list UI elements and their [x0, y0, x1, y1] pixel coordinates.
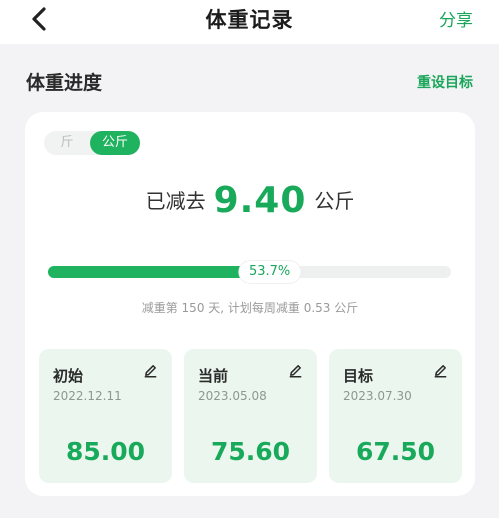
progress-percent-label: 53.7% — [238, 261, 301, 283]
weight-progress-card: 斤 公斤 已减去 9.40 公斤 53.7% 减重第 150 天, 计划每周减重 0… — [25, 112, 475, 496]
share-button[interactable]: 分享 — [439, 6, 473, 31]
pencil-icon[interactable] — [288, 363, 303, 378]
weight-lost-prefix: 已减去 — [145, 189, 206, 213]
stat-label: 初始 — [53, 367, 84, 385]
unit-kg-option[interactable]: 公斤 — [90, 131, 140, 155]
stat-card-current[interactable]: 当前 2023.05.08 75.60 — [184, 349, 317, 483]
stat-label: 当前 — [198, 367, 229, 385]
progress-bar: 53.7% — [48, 261, 451, 283]
weight-lost-unit: 公斤 — [314, 189, 355, 213]
stat-value: 85.00 — [65, 437, 146, 466]
stat-value: 75.60 — [210, 437, 291, 466]
unit-toggle: 斤 公斤 — [44, 131, 140, 155]
reset-goal-button[interactable]: 重设目标 — [417, 72, 473, 92]
weight-lost-value: 9.40 — [213, 180, 307, 221]
stat-value: 67.50 — [355, 437, 436, 466]
stat-card-initial[interactable]: 初始 2022.12.11 85.00 — [39, 349, 172, 483]
section-title: 体重进度 — [26, 72, 103, 94]
pencil-icon[interactable] — [143, 363, 158, 378]
stat-card-target[interactable]: 目标 2023.07.30 67.50 — [329, 349, 462, 483]
progress-bar-fill — [48, 266, 270, 278]
stat-date: 2023.07.30 — [343, 389, 412, 403]
plan-note: 减重第 150 天, 计划每周减重 0.53 公斤 — [141, 301, 359, 315]
weight-lost-summary: 已减去 9.40 公斤 — [25, 180, 475, 221]
pencil-icon[interactable] — [433, 363, 448, 378]
unit-jin-option[interactable]: 斤 — [44, 131, 90, 155]
top-nav-bar: 体重记录 分享 — [0, 0, 499, 44]
stat-date: 2022.12.11 — [53, 389, 122, 403]
stat-date: 2023.05.08 — [198, 389, 267, 403]
page-title: 体重记录 — [205, 8, 294, 32]
stat-label: 目标 — [343, 367, 374, 385]
